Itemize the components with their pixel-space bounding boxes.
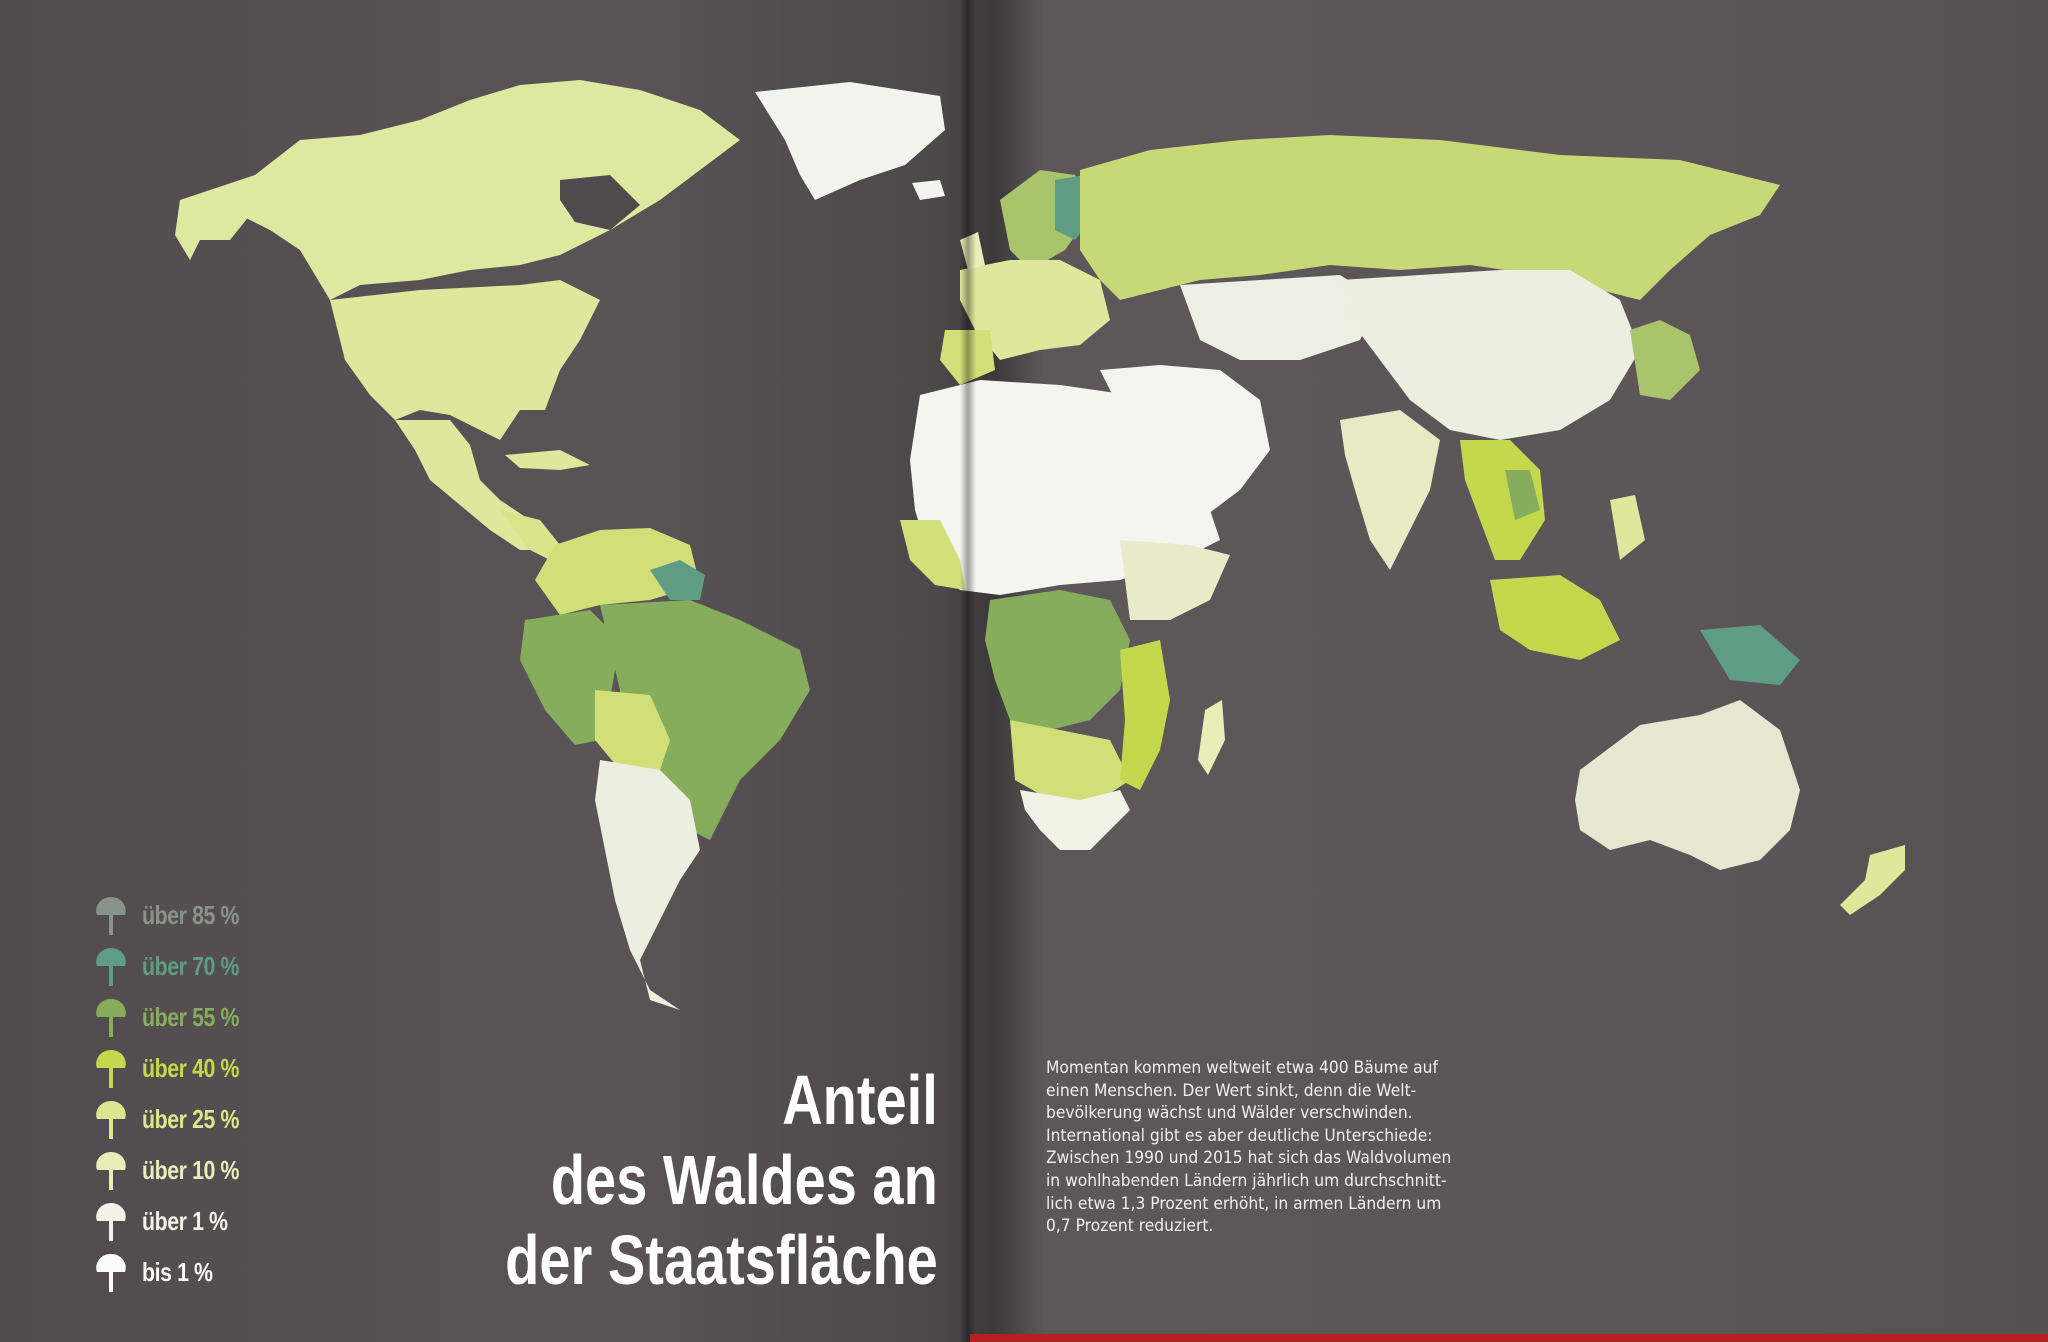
body-paragraph: Momentan kommen weltweit etwa 400 Bäume …	[1046, 1057, 1460, 1238]
legend-label: bis 1 %	[142, 1257, 213, 1287]
region-usa	[330, 280, 600, 440]
legend-item: über 1 %	[88, 1196, 308, 1247]
tree-icon	[96, 998, 126, 1037]
body-line: einen Menschen. Der Wert sinkt, denn die…	[1046, 1080, 1417, 1100]
region-india	[1340, 410, 1440, 570]
region-new-guinea	[1700, 625, 1800, 685]
body-line: Zwischen 1990 und 2015 hat sich das Wald…	[1046, 1148, 1452, 1168]
title-line: Anteil	[782, 1061, 938, 1139]
legend-label: über 40 %	[142, 1053, 240, 1083]
legend-item: über 85 %	[88, 890, 308, 941]
tree-icon	[96, 1151, 126, 1190]
region-caribbean	[505, 450, 590, 470]
title-line: des Waldes an	[551, 1141, 938, 1219]
body-line: in wohlhabenden Ländern jährlich um durc…	[1046, 1170, 1447, 1190]
legend-item: über 40 %	[88, 1043, 308, 1094]
legend-label: über 25 %	[142, 1104, 240, 1134]
legend-item: bis 1 %	[88, 1247, 308, 1298]
body-line: 0,7 Prozent reduziert.	[1046, 1216, 1214, 1236]
legend-item: über 25 %	[88, 1094, 308, 1145]
region-argentina-chile	[595, 760, 700, 1010]
legend-label: über 55 %	[142, 1002, 240, 1032]
region-southern-central-africa	[1010, 720, 1130, 800]
title-line: der Staatsfläche	[505, 1221, 938, 1299]
region-madagascar	[1198, 700, 1225, 775]
legend-label: über 85 %	[142, 900, 240, 930]
legend-item: über 70 %	[88, 941, 308, 992]
map-legend: über 85 % über 70 % über 55 % über 40 % …	[88, 890, 308, 1298]
region-east-africa	[1120, 540, 1230, 620]
tree-icon	[96, 1202, 126, 1241]
legend-item: über 55 %	[88, 992, 308, 1043]
region-australia	[1575, 700, 1800, 870]
region-central-africa	[985, 590, 1130, 730]
legend-label: über 1 %	[142, 1206, 228, 1236]
region-korea-japan	[1630, 320, 1700, 400]
region-canada	[185, 80, 740, 300]
book-spread: über 85 % über 70 % über 55 % über 40 % …	[0, 0, 2048, 1342]
legend-label: über 70 %	[142, 951, 240, 981]
tree-icon	[96, 896, 126, 935]
tree-icon	[96, 1049, 126, 1088]
tree-icon	[96, 1253, 126, 1292]
legend-label: über 10 %	[142, 1155, 240, 1185]
region-borneo-sumatra	[1490, 575, 1620, 660]
body-line: International gibt es aber deutliche Unt…	[1046, 1125, 1433, 1145]
region-philippines	[1610, 495, 1645, 560]
body-line: Momentan kommen weltweit etwa 400 Bäume …	[1046, 1058, 1438, 1077]
book-gutter	[960, 0, 976, 1342]
tree-icon	[96, 947, 126, 986]
legend-item: über 10 %	[88, 1145, 308, 1196]
region-new-zealand	[1840, 845, 1905, 915]
page-edge-strip	[970, 1334, 2048, 1342]
tree-icon	[96, 1100, 126, 1139]
body-line: bevölkerung wächst und Wälder verschwind…	[1046, 1103, 1413, 1123]
region-iceland	[912, 180, 945, 200]
region-greenland	[755, 82, 945, 200]
region-alaska	[175, 175, 255, 260]
body-line: lich etwa 1,3 Prozent erhöht, in armen L…	[1046, 1193, 1442, 1213]
page-title: Anteil des Waldes an der Staatsfläche	[505, 1060, 938, 1300]
region-mozambique-tanzania	[1120, 640, 1170, 790]
